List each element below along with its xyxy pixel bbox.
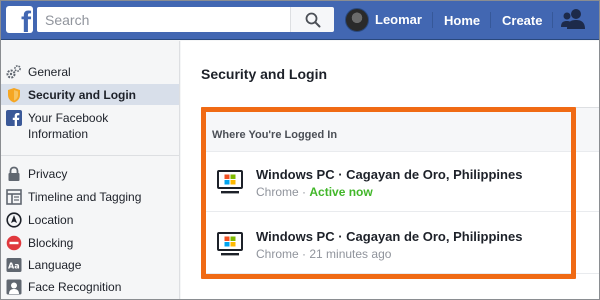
avatar [345, 7, 369, 32]
nav-divider [552, 12, 553, 28]
sidebar-item-your-facebook-information[interactable]: Your Facebook Information [0, 109, 179, 143]
sidebar-item-security-and-login[interactable]: Security and Login [0, 84, 179, 105]
sidebar-item-language[interactable]: Aa Language [0, 257, 179, 275]
sidebar-item-face-recognition[interactable]: Face Recognition [0, 279, 179, 297]
search-input[interactable] [37, 7, 290, 32]
search-button[interactable] [290, 7, 334, 32]
sidebar-divider [0, 155, 179, 156]
sidebar-item-label: General [28, 65, 71, 79]
sidebar-item-label: Face Recognition [28, 280, 122, 294]
sidebar-item-label: Security and Login [28, 88, 137, 102]
search-box [37, 7, 334, 32]
see-more-row[interactable] [201, 296, 600, 300]
facebook-icon [6, 110, 22, 126]
shield-icon [6, 87, 22, 103]
user-name: Leomar [375, 12, 422, 27]
sidebar-item-privacy[interactable]: Privacy [0, 166, 179, 184]
sidebar-item-label: Privacy [28, 167, 68, 181]
sidebar-item-label: Timeline and Tagging [28, 190, 142, 204]
nav-divider [490, 12, 491, 28]
sidebar-item-general[interactable]: General [0, 63, 179, 81]
sidebar-item-blocking[interactable]: Blocking [0, 235, 179, 253]
sidebar-item-label: Location [28, 213, 74, 227]
svg-text:Aa: Aa [8, 262, 20, 271]
home-link[interactable]: Home [444, 0, 480, 40]
sidebar-item-label: Blocking [28, 236, 74, 250]
location-icon [6, 212, 22, 228]
facebook-logo[interactable]: f [6, 6, 33, 33]
settings-sidebar: General Security and Login Your Facebook… [0, 41, 180, 300]
face-recognition-icon [6, 279, 22, 295]
sidebar-item-label: Your Facebook Information [28, 111, 109, 141]
friend-requests-button[interactable] [560, 7, 586, 36]
lock-icon [6, 166, 22, 182]
language-icon: Aa [6, 257, 22, 273]
profile-link[interactable]: Leomar [345, 6, 422, 33]
sidebar-item-timeline-and-tagging[interactable]: Timeline and Tagging [0, 189, 179, 207]
gear-icon [6, 64, 22, 80]
timeline-icon [6, 189, 22, 205]
page-title: Security and Login [201, 66, 328, 82]
highlight-annotation [201, 107, 576, 279]
friends-icon [561, 9, 585, 29]
sidebar-item-location[interactable]: Location [0, 212, 179, 230]
search-icon [305, 12, 320, 27]
nav-divider [432, 12, 433, 28]
top-navigation-bar: f Leomar Home Create [0, 0, 600, 40]
block-icon [6, 235, 22, 251]
sidebar-item-label: Language [28, 258, 82, 272]
create-link[interactable]: Create [502, 0, 542, 40]
